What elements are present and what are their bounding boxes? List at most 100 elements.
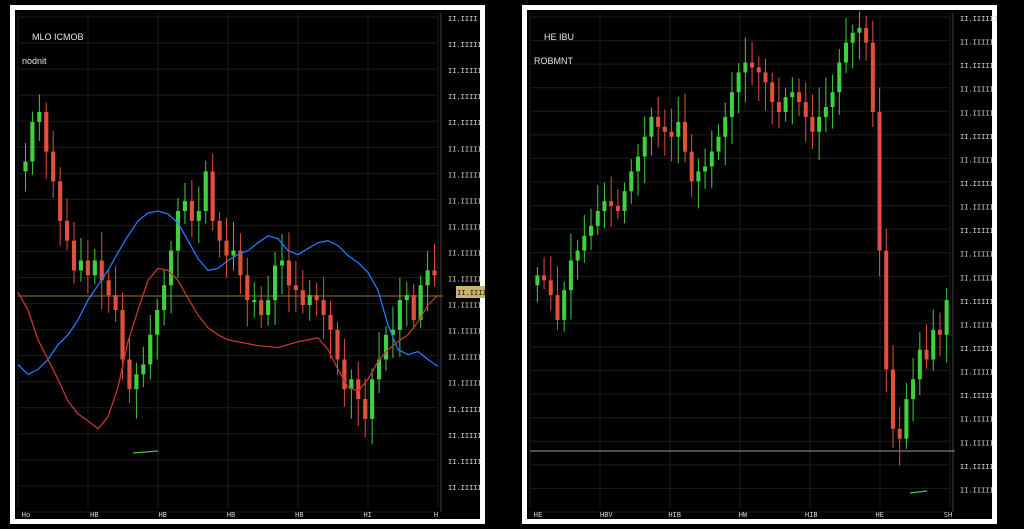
symbol-label: MLO ICMOB: [32, 32, 84, 42]
candle-body: [85, 260, 90, 276]
candle-body: [370, 379, 375, 419]
y-tick-label: II.IIIII: [448, 354, 482, 362]
y-tick-label: II.IIIII: [960, 204, 994, 212]
y-tick-label: II.IIIII: [960, 133, 994, 141]
y-tick-label: II.IIIII: [960, 274, 994, 282]
candle-body: [931, 329, 936, 360]
candle-body: [252, 300, 257, 303]
candle-body: [797, 92, 802, 103]
candle-body: [562, 290, 567, 320]
candle-body: [803, 102, 808, 117]
candle-body: [870, 42, 875, 113]
candle-body: [23, 161, 28, 172]
chart-panel-right: II.IIIIII II.IIIII II.IIIII II.IIIII II.IIII…: [522, 5, 997, 524]
x-tick-label: H: [434, 511, 438, 519]
y-tick-label: II.IIIII: [960, 369, 994, 377]
candle-body: [682, 121, 687, 152]
y-tick-label: II.IIIII: [448, 67, 482, 75]
candle-body: [272, 265, 278, 301]
candle-body: [363, 399, 368, 419]
candle-body: [850, 32, 855, 43]
candle-body: [669, 131, 674, 137]
candle-body: [203, 171, 208, 211]
candle-body: [404, 295, 409, 301]
y-tick-label: II.IIII: [448, 15, 478, 23]
y-tick-label: II.IIIII: [960, 39, 994, 47]
candle-body: [279, 260, 285, 266]
symbol-label: HE IBU: [544, 32, 575, 42]
candle-body: [542, 275, 547, 281]
x-tick-label: HE: [534, 511, 542, 519]
candle-body: [196, 211, 201, 221]
candle-body: [783, 97, 788, 112]
y-tick-label: II.IIIII: [448, 249, 482, 257]
x-tick-label: Ho: [22, 511, 30, 519]
candle-body: [568, 260, 573, 291]
candle-body: [904, 399, 909, 439]
candle-body: [37, 112, 42, 122]
candle-body: [656, 116, 661, 127]
y-tick-label: II.IIIII: [960, 156, 994, 164]
x-tick-label: HB: [295, 511, 303, 519]
candle-body: [729, 92, 734, 117]
y-tick-label: II.IIIII: [960, 298, 994, 306]
y-tick-label: II.IIIII: [448, 380, 482, 388]
candle-body: [113, 295, 118, 310]
candle-body: [548, 280, 553, 296]
candle-body: [917, 349, 922, 380]
candle-body: [432, 270, 437, 276]
chart-panel-left: II.IIII II.IIIII II.IIIII II.IIIII II.IIIII I…: [10, 5, 485, 524]
current-price-label: II.IIIII: [457, 289, 485, 297]
y-tick-label: II.IIIII: [960, 439, 994, 447]
y-tick-label: II.IIIII: [960, 180, 994, 188]
candle-body: [71, 240, 77, 271]
candle-body: [307, 295, 312, 306]
candle-body: [575, 250, 580, 261]
candle-body: [776, 102, 781, 112]
x-tick-label: HIB: [668, 511, 681, 519]
candle-body: [92, 260, 97, 276]
candle-body: [555, 295, 560, 320]
candle-body: [877, 112, 882, 251]
candle-body: [314, 295, 319, 301]
candle: [884, 229, 889, 392]
candle-body: [716, 136, 721, 152]
candle-body: [383, 334, 389, 360]
y-tick-label: II.IIIII: [448, 432, 482, 440]
x-tick-label: HW: [739, 511, 748, 519]
y-tick-label: II.IIIII: [448, 276, 482, 284]
candle-body: [44, 112, 49, 152]
candle-body: [615, 206, 620, 211]
candle-body: [857, 27, 862, 33]
candle-body: [134, 374, 139, 390]
candle-body: [78, 260, 84, 271]
candle-body: [937, 329, 942, 335]
candle-body: [770, 82, 775, 103]
y-tick-label: II.IIIII: [960, 62, 994, 70]
x-tick-label: SH: [944, 511, 952, 519]
candle-body: [595, 211, 600, 226]
candle-body: [335, 329, 340, 360]
y-tick-label: II.IIIII: [448, 302, 482, 310]
candle-body: [911, 379, 916, 400]
candle-body: [259, 300, 264, 315]
y-tick-label: II.IIIII: [960, 392, 994, 400]
candle-body: [127, 359, 132, 390]
candlestick-chart-right: II.IIIIII II.IIIII II.IIIII II.IIIII II.IIII…: [527, 10, 997, 519]
y-tick-label: II.IIIII: [448, 484, 482, 492]
candle-body: [266, 300, 271, 315]
candle-body: [141, 364, 146, 375]
candle-body: [703, 166, 708, 172]
candle-body: [342, 359, 347, 390]
candle-body: [635, 156, 641, 172]
y-tick-label: II.IIIII: [960, 321, 994, 329]
chart-header-right: HE IBU ROBMNT: [534, 19, 574, 91]
y-tick-label: II.IIIII: [960, 109, 994, 117]
candle-body: [411, 295, 416, 320]
candle-body: [709, 151, 714, 167]
candle-body: [817, 116, 822, 132]
candle-body: [286, 260, 292, 286]
y-tick-label: II.IIIII: [448, 458, 482, 466]
candle-body: [609, 201, 614, 207]
candle-body: [736, 72, 741, 93]
